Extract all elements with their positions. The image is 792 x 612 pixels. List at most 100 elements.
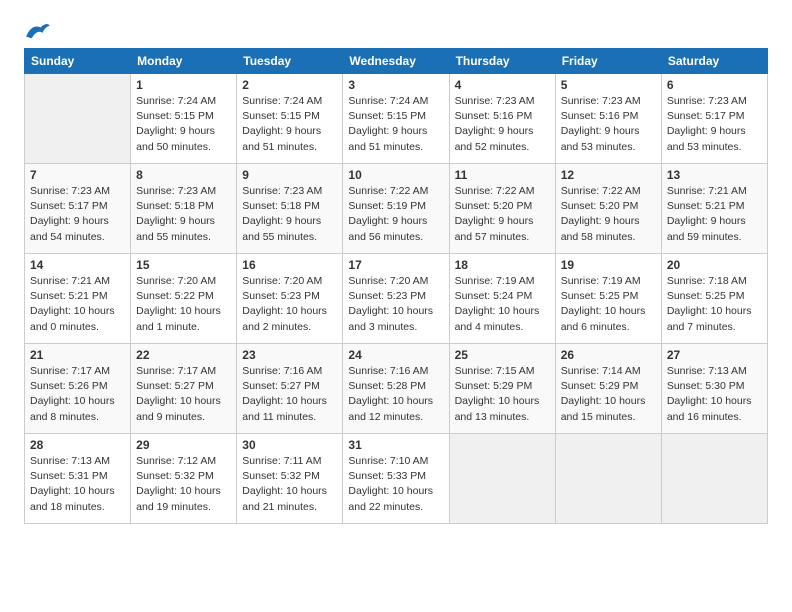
day-cell	[449, 434, 555, 524]
header-cell-tuesday: Tuesday	[237, 49, 343, 74]
day-cell: 21 Sunrise: 7:17 AMSunset: 5:26 PMDayligh…	[25, 344, 131, 434]
day-info: Sunrise: 7:24 AMSunset: 5:15 PMDaylight:…	[242, 94, 337, 155]
day-number: 19	[561, 258, 656, 272]
day-number: 31	[348, 438, 443, 452]
day-number: 12	[561, 168, 656, 182]
day-number: 3	[348, 78, 443, 92]
day-cell: 8 Sunrise: 7:23 AMSunset: 5:18 PMDaylight…	[131, 164, 237, 254]
header-cell-saturday: Saturday	[661, 49, 767, 74]
day-info: Sunrise: 7:23 AMSunset: 5:18 PMDaylight:…	[136, 184, 231, 245]
day-cell: 27 Sunrise: 7:13 AMSunset: 5:30 PMDayligh…	[661, 344, 767, 434]
day-info: Sunrise: 7:16 AMSunset: 5:27 PMDaylight:…	[242, 364, 337, 425]
day-number: 21	[30, 348, 125, 362]
day-number: 26	[561, 348, 656, 362]
day-info: Sunrise: 7:13 AMSunset: 5:31 PMDaylight:…	[30, 454, 125, 515]
day-cell: 30 Sunrise: 7:11 AMSunset: 5:32 PMDayligh…	[237, 434, 343, 524]
day-info: Sunrise: 7:22 AMSunset: 5:19 PMDaylight:…	[348, 184, 443, 245]
calendar-body: 1 Sunrise: 7:24 AMSunset: 5:15 PMDaylight…	[25, 74, 768, 524]
day-number: 25	[455, 348, 550, 362]
day-cell: 11 Sunrise: 7:22 AMSunset: 5:20 PMDayligh…	[449, 164, 555, 254]
day-info: Sunrise: 7:13 AMSunset: 5:30 PMDaylight:…	[667, 364, 762, 425]
day-number: 11	[455, 168, 550, 182]
logo-icon	[24, 20, 52, 42]
day-cell: 29 Sunrise: 7:12 AMSunset: 5:32 PMDayligh…	[131, 434, 237, 524]
day-cell: 6 Sunrise: 7:23 AMSunset: 5:17 PMDaylight…	[661, 74, 767, 164]
day-number: 1	[136, 78, 231, 92]
day-cell: 26 Sunrise: 7:14 AMSunset: 5:29 PMDayligh…	[555, 344, 661, 434]
day-info: Sunrise: 7:12 AMSunset: 5:32 PMDaylight:…	[136, 454, 231, 515]
day-number: 9	[242, 168, 337, 182]
calendar-table: SundayMondayTuesdayWednesdayThursdayFrid…	[24, 48, 768, 524]
day-cell: 15 Sunrise: 7:20 AMSunset: 5:22 PMDayligh…	[131, 254, 237, 344]
day-number: 17	[348, 258, 443, 272]
day-number: 16	[242, 258, 337, 272]
day-number: 24	[348, 348, 443, 362]
day-number: 5	[561, 78, 656, 92]
week-row-2: 7 Sunrise: 7:23 AMSunset: 5:17 PMDaylight…	[25, 164, 768, 254]
day-info: Sunrise: 7:20 AMSunset: 5:22 PMDaylight:…	[136, 274, 231, 335]
day-info: Sunrise: 7:23 AMSunset: 5:17 PMDaylight:…	[30, 184, 125, 245]
day-number: 2	[242, 78, 337, 92]
day-number: 14	[30, 258, 125, 272]
day-cell: 5Sunrise: 7:23 AMSunset: 5:16 PMDaylight…	[555, 74, 661, 164]
header-cell-thursday: Thursday	[449, 49, 555, 74]
day-cell: 17Sunrise: 7:20 AMSunset: 5:23 PMDayligh…	[343, 254, 449, 344]
day-info: Sunrise: 7:23 AMSunset: 5:16 PMDaylight:…	[455, 94, 550, 155]
day-info: Sunrise: 7:23 AMSunset: 5:17 PMDaylight:…	[667, 94, 762, 155]
header-cell-wednesday: Wednesday	[343, 49, 449, 74]
day-info: Sunrise: 7:24 AMSunset: 5:15 PMDaylight:…	[348, 94, 443, 155]
day-info: Sunrise: 7:14 AMSunset: 5:29 PMDaylight:…	[561, 364, 656, 425]
day-cell: 10 Sunrise: 7:22 AMSunset: 5:19 PMDayligh…	[343, 164, 449, 254]
day-info: Sunrise: 7:17 AMSunset: 5:27 PMDaylight:…	[136, 364, 231, 425]
day-info: Sunrise: 7:11 AMSunset: 5:32 PMDaylight:…	[242, 454, 337, 515]
day-cell: 1 Sunrise: 7:24 AMSunset: 5:15 PMDaylight…	[131, 74, 237, 164]
header-cell-friday: Friday	[555, 49, 661, 74]
day-info: Sunrise: 7:17 AMSunset: 5:26 PMDaylight:…	[30, 364, 125, 425]
day-number: 22	[136, 348, 231, 362]
day-number: 27	[667, 348, 762, 362]
calendar-header: SundayMondayTuesdayWednesdayThursdayFrid…	[25, 49, 768, 74]
day-cell: 2 Sunrise: 7:24 AMSunset: 5:15 PMDaylight…	[237, 74, 343, 164]
day-cell: 28Sunrise: 7:13 AMSunset: 5:31 PMDayligh…	[25, 434, 131, 524]
day-info: Sunrise: 7:19 AMSunset: 5:25 PMDaylight:…	[561, 274, 656, 335]
day-number: 10	[348, 168, 443, 182]
day-cell: 13Sunrise: 7:21 AMSunset: 5:21 PMDayligh…	[661, 164, 767, 254]
day-info: Sunrise: 7:22 AMSunset: 5:20 PMDaylight:…	[561, 184, 656, 245]
header-row: SundayMondayTuesdayWednesdayThursdayFrid…	[25, 49, 768, 74]
day-number: 6	[667, 78, 762, 92]
day-cell: 18 Sunrise: 7:19 AMSunset: 5:24 PMDayligh…	[449, 254, 555, 344]
logo	[24, 20, 56, 42]
day-cell: 14Sunrise: 7:21 AMSunset: 5:21 PMDayligh…	[25, 254, 131, 344]
day-number: 8	[136, 168, 231, 182]
week-row-5: 28Sunrise: 7:13 AMSunset: 5:31 PMDayligh…	[25, 434, 768, 524]
day-number: 7	[30, 168, 125, 182]
week-row-1: 1 Sunrise: 7:24 AMSunset: 5:15 PMDaylight…	[25, 74, 768, 164]
day-number: 15	[136, 258, 231, 272]
week-row-4: 21 Sunrise: 7:17 AMSunset: 5:26 PMDayligh…	[25, 344, 768, 434]
day-number: 13	[667, 168, 762, 182]
day-cell	[555, 434, 661, 524]
day-cell	[661, 434, 767, 524]
day-number: 4	[455, 78, 550, 92]
day-cell	[25, 74, 131, 164]
day-cell: 25 Sunrise: 7:15 AMSunset: 5:29 PMDayligh…	[449, 344, 555, 434]
page-header	[24, 20, 768, 42]
day-cell: 23Sunrise: 7:16 AMSunset: 5:27 PMDayligh…	[237, 344, 343, 434]
day-info: Sunrise: 7:18 AMSunset: 5:25 PMDaylight:…	[667, 274, 762, 335]
day-info: Sunrise: 7:19 AMSunset: 5:24 PMDaylight:…	[455, 274, 550, 335]
day-number: 18	[455, 258, 550, 272]
day-info: Sunrise: 7:15 AMSunset: 5:29 PMDaylight:…	[455, 364, 550, 425]
day-number: 20	[667, 258, 762, 272]
day-number: 30	[242, 438, 337, 452]
day-info: Sunrise: 7:20 AMSunset: 5:23 PMDaylight:…	[242, 274, 337, 335]
day-info: Sunrise: 7:22 AMSunset: 5:20 PMDaylight:…	[455, 184, 550, 245]
day-cell: 16 Sunrise: 7:20 AMSunset: 5:23 PMDayligh…	[237, 254, 343, 344]
day-info: Sunrise: 7:24 AMSunset: 5:15 PMDaylight:…	[136, 94, 231, 155]
day-number: 29	[136, 438, 231, 452]
day-cell: 20 Sunrise: 7:18 AMSunset: 5:25 PMDayligh…	[661, 254, 767, 344]
header-cell-sunday: Sunday	[25, 49, 131, 74]
day-cell: 7 Sunrise: 7:23 AMSunset: 5:17 PMDaylight…	[25, 164, 131, 254]
day-cell: 12 Sunrise: 7:22 AMSunset: 5:20 PMDayligh…	[555, 164, 661, 254]
header-cell-monday: Monday	[131, 49, 237, 74]
day-info: Sunrise: 7:16 AMSunset: 5:28 PMDaylight:…	[348, 364, 443, 425]
